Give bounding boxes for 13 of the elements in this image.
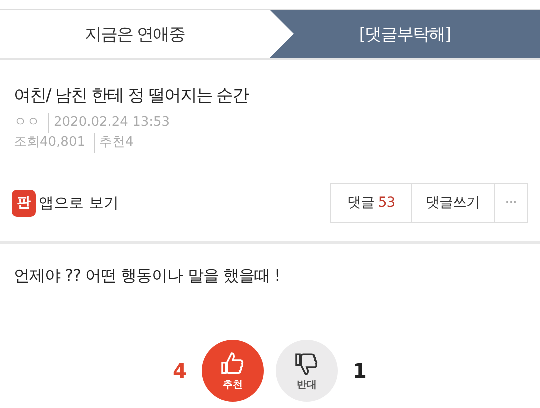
post-body: 언제야 ?? 어떤 행동이나 말을 했을때 !: [13, 265, 282, 287]
post-date: 2020.02.24 13:53: [48, 113, 170, 133]
app-link[interactable]: 앱으로 보기: [39, 194, 119, 212]
category-tab[interactable]: [댓글부탁해]: [270, 10, 540, 58]
recommend-count: 추천4: [94, 133, 134, 153]
vote-count: 4: [172, 359, 188, 383]
oppose-button[interactable]: 반대: [276, 340, 338, 402]
recommend-button[interactable]: 추천: [202, 340, 264, 402]
author-name: ㅇㅇ: [14, 114, 40, 132]
view-count: 조회40,801: [14, 134, 86, 152]
vote-count: 1: [352, 359, 368, 383]
app-icon[interactable]: 판: [12, 190, 36, 216]
post-title: 여친/ 남친 한테 정 떨어지는 순간: [14, 85, 250, 107]
